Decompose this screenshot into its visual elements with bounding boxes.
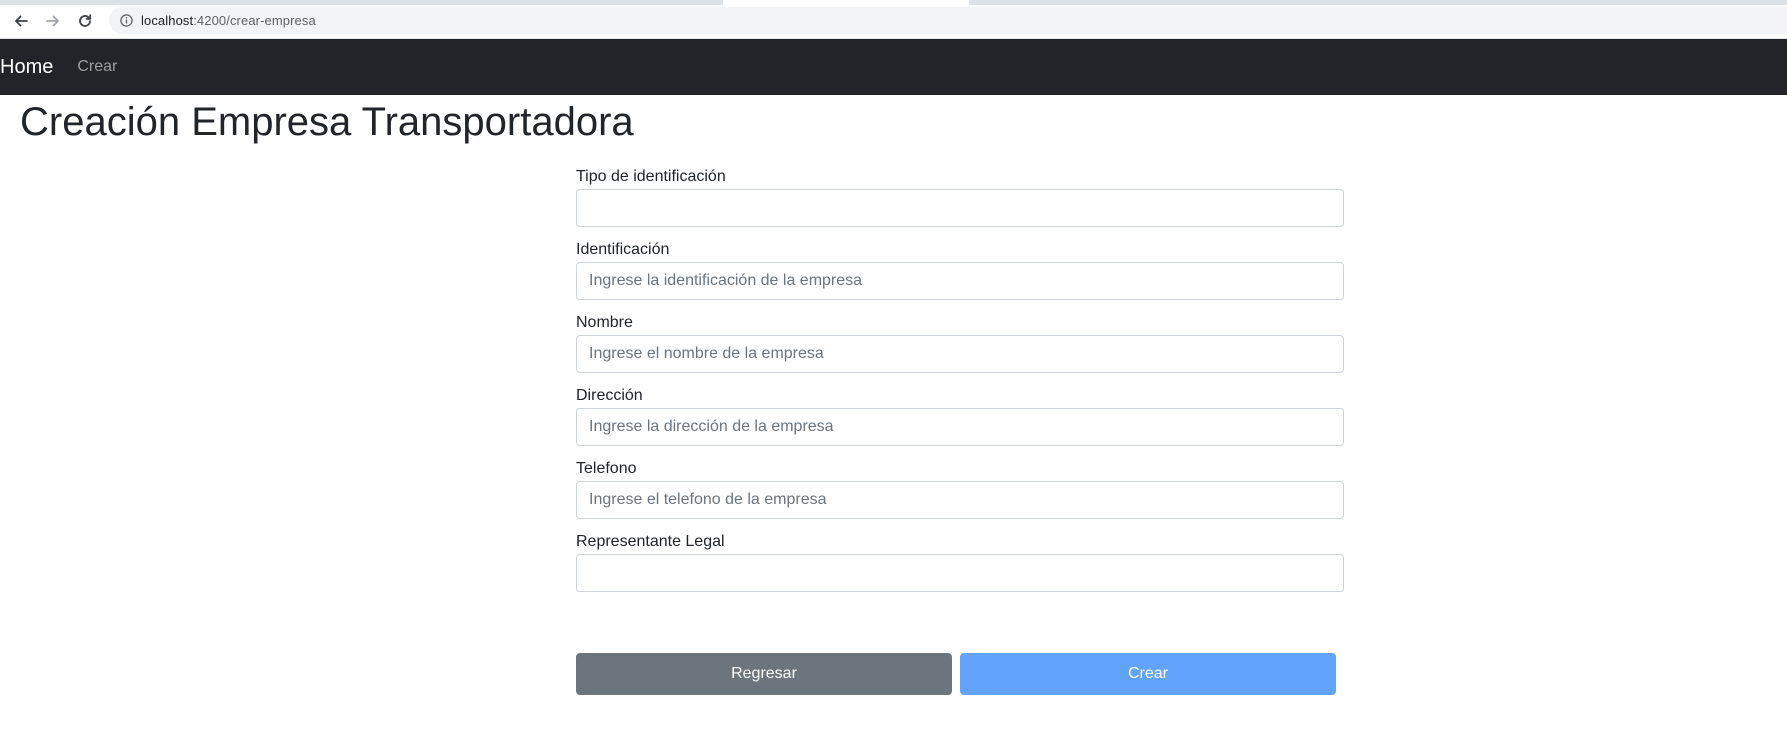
nombre-label: Nombre — [576, 314, 633, 331]
browser-toolbar: localhost:4200/crear-empresa — [0, 0, 1787, 39]
identificacion-label: Identificación — [576, 241, 670, 258]
form-group-representante-legal: Representante Legal — [576, 530, 1344, 608]
representante-legal-label: Representante Legal — [576, 533, 725, 550]
nombre-input[interactable] — [576, 335, 1344, 373]
form-group-telefono: Telefono — [576, 457, 1344, 535]
telefono-label: Telefono — [576, 460, 637, 477]
url-host: localhost — [141, 13, 194, 28]
regresar-button[interactable]: Regresar — [576, 653, 952, 695]
form-group-nombre: Nombre — [576, 311, 1344, 389]
form-group-tipo-identificacion: Tipo de identificación — [576, 165, 1344, 243]
active-tab[interactable] — [723, 0, 969, 5]
representante-legal-input[interactable] — [576, 554, 1344, 592]
form-group-identificacion: Identificación — [576, 238, 1344, 316]
tipo-identificacion-label: Tipo de identificación — [576, 168, 726, 185]
company-form: Tipo de identificación Identificación No… — [576, 168, 1344, 608]
url-path: :4200/crear-empresa — [193, 13, 316, 28]
reload-icon[interactable] — [72, 8, 98, 34]
identificacion-input[interactable] — [576, 262, 1344, 300]
telefono-input[interactable] — [576, 481, 1344, 519]
tipo-identificacion-input[interactable] — [576, 189, 1344, 227]
page-title: Creación Empresa Transportadora — [20, 100, 634, 144]
navbar-link-crear[interactable]: Crear — [77, 58, 117, 76]
form-group-direccion: Dirección — [576, 384, 1344, 462]
direccion-input[interactable] — [576, 408, 1344, 446]
crear-button[interactable]: Crear — [960, 653, 1336, 695]
info-icon[interactable] — [119, 14, 133, 28]
back-icon[interactable] — [8, 8, 34, 34]
address-bar[interactable]: localhost:4200/crear-empresa — [109, 7, 1787, 34]
direccion-label: Dirección — [576, 387, 643, 404]
url-text[interactable]: localhost:4200/crear-empresa — [141, 13, 316, 28]
navbar: Home Crear — [0, 39, 1787, 95]
forward-icon[interactable] — [40, 8, 66, 34]
navbar-brand-home[interactable]: Home — [0, 56, 53, 79]
tab-strip — [0, 0, 1787, 5]
